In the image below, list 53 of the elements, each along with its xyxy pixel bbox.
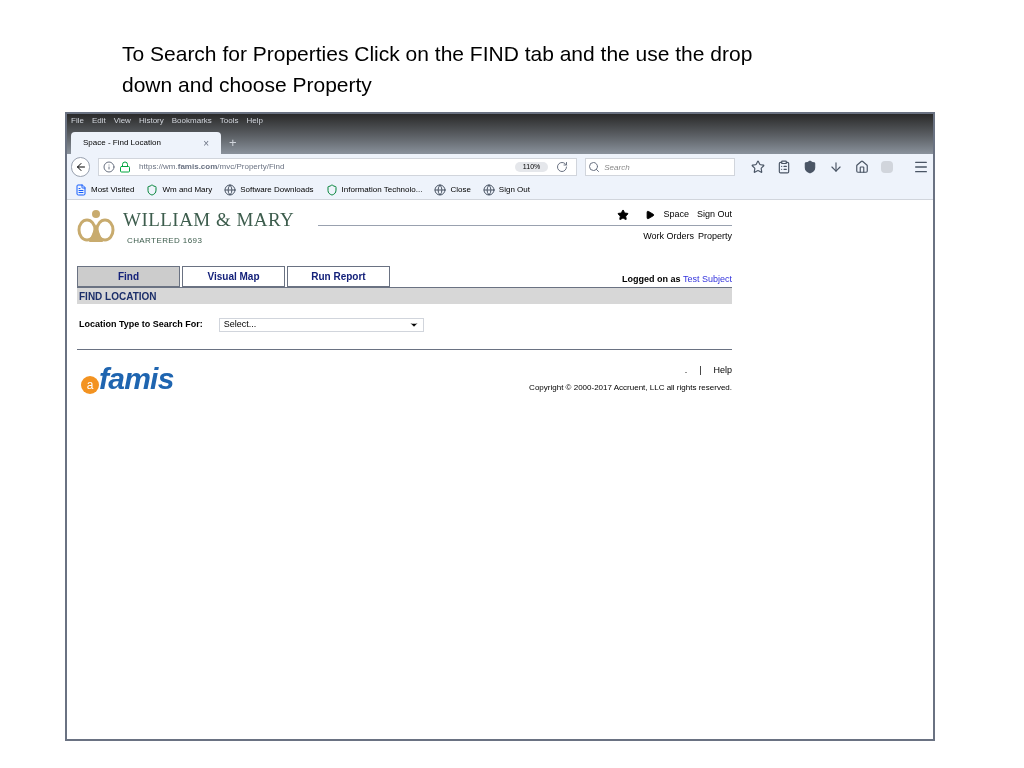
nav-link[interactable]: Sign Out xyxy=(696,208,732,222)
copyright-text: Copyright © 2000-2017 Accruent, LLC all rights reserved. xyxy=(529,381,732,394)
page-tab[interactable]: Run Report xyxy=(287,266,390,287)
famis-logo: a famis xyxy=(81,364,174,394)
home-icon[interactable] xyxy=(855,160,869,174)
bookmark-link[interactable]: Wm and Mary xyxy=(146,183,213,196)
page-icon xyxy=(75,183,87,196)
back-button[interactable] xyxy=(71,157,91,177)
module-link[interactable]: Work Orders xyxy=(643,229,694,243)
help-link[interactable]: Help xyxy=(713,364,732,378)
play-icon xyxy=(645,209,656,220)
lock-icon xyxy=(119,161,132,173)
globe-icon xyxy=(224,183,237,196)
search-field[interactable]: Search xyxy=(585,158,735,176)
download-icon[interactable] xyxy=(829,160,843,174)
reading-list-icon[interactable] xyxy=(777,160,791,174)
bookmark-link[interactable]: Sign Out xyxy=(482,183,530,196)
bookmark-star-icon[interactable] xyxy=(751,160,765,174)
slide-caption: To Search for Properties Click on the FIND tab and the use the drop down and choose Property xyxy=(122,41,754,98)
favorites-star-icon[interactable] xyxy=(617,208,630,221)
footer-dot: . xyxy=(684,364,688,377)
browser-tab[interactable]: Space - Find Location × xyxy=(71,132,221,154)
field-label: Location Type to Search For: xyxy=(79,318,203,332)
page-tab[interactable]: Find xyxy=(77,266,180,287)
logged-on-label: Logged on as xyxy=(621,273,682,284)
dropdown-caret-icon xyxy=(408,320,419,330)
menu-item[interactable]: File xyxy=(71,115,84,127)
location-type-dropdown[interactable]: Select... xyxy=(218,318,424,332)
info-icon xyxy=(103,161,116,173)
back-arrow-icon xyxy=(74,161,87,173)
menu-item[interactable]: View xyxy=(113,115,131,127)
footer-separator: | xyxy=(699,364,702,377)
section-header: FIND LOCATION xyxy=(77,288,732,304)
menu-item[interactable]: Tools xyxy=(219,115,239,127)
university-logo: WILLIAM & MARY CHARTERED 1693 xyxy=(77,208,295,248)
page-tab[interactable]: Visual Map xyxy=(182,266,285,287)
menu-icon[interactable] xyxy=(913,159,929,175)
bookmark-link[interactable]: Close xyxy=(434,183,471,196)
menu-item[interactable]: Edit xyxy=(91,115,106,127)
globe-icon xyxy=(434,183,447,196)
close-tab-button[interactable]: × xyxy=(203,135,209,151)
menu-item[interactable]: History xyxy=(138,115,164,127)
globe-icon xyxy=(482,183,495,196)
bookmark-link[interactable]: Software Downloads xyxy=(224,183,314,196)
reload-icon[interactable] xyxy=(556,161,569,173)
search-icon xyxy=(588,161,601,173)
menu-item[interactable]: Help xyxy=(246,115,263,127)
menu-item[interactable]: Bookmarks xyxy=(171,115,212,127)
user-link[interactable]: Test Subject xyxy=(682,273,732,284)
bookmark-link[interactable]: Most Visited xyxy=(75,183,135,196)
module-link[interactable]: Property xyxy=(698,229,732,243)
nav-link[interactable]: Space xyxy=(663,208,689,222)
bookmark-link[interactable]: Information Technolo... xyxy=(325,183,423,196)
